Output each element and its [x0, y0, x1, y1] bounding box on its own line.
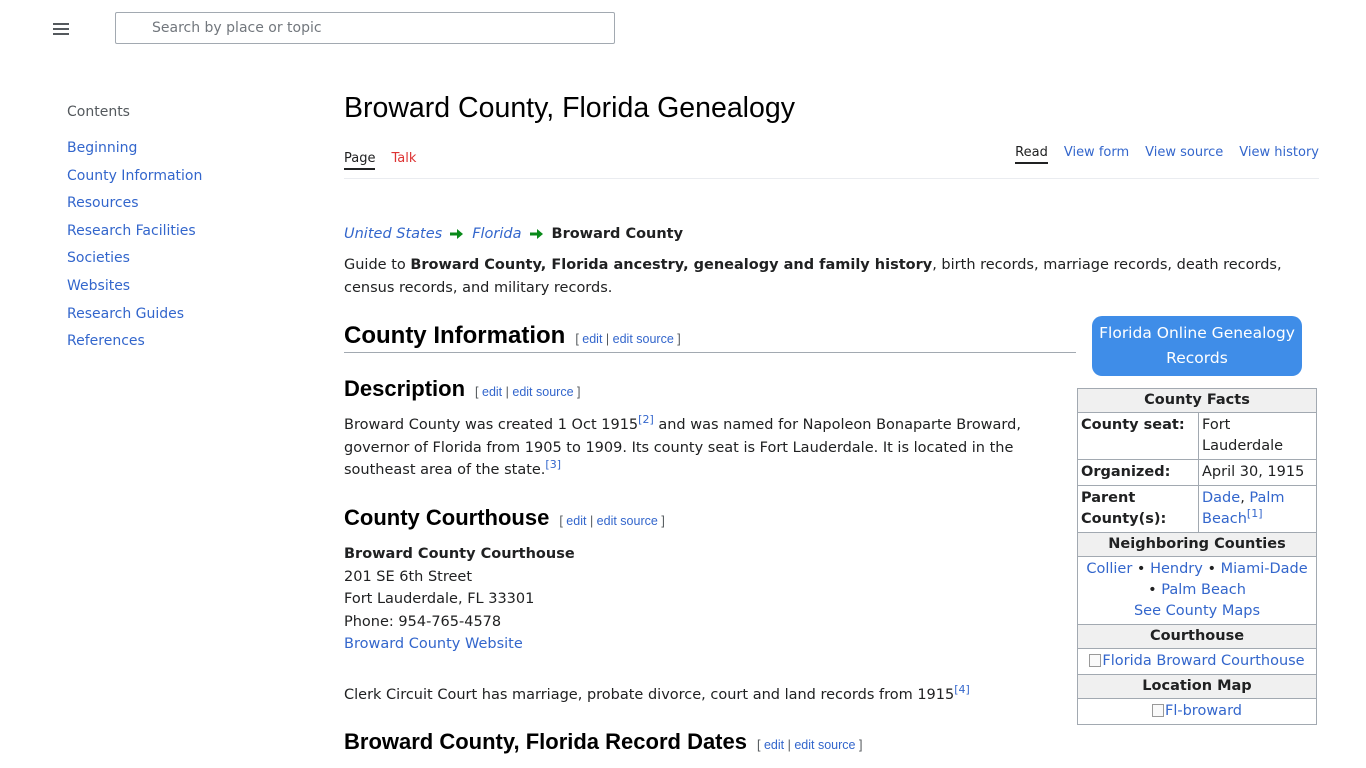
tab-view-source[interactable]: View source	[1145, 145, 1223, 164]
toc-item-county-information[interactable]: County Information	[67, 168, 202, 184]
parent-county-link-dade[interactable]: Dade	[1202, 490, 1240, 506]
toc-item-resources[interactable]: Resources	[67, 195, 139, 211]
bullet-separator: •	[1207, 561, 1217, 577]
courthouse-image-alt: Florida Broward Courthouse	[1102, 653, 1305, 669]
search-input[interactable]	[116, 13, 614, 43]
see-county-maps-link[interactable]: See County Maps	[1134, 603, 1260, 619]
organized-label: Organized:	[1077, 459, 1199, 486]
arrow-right-icon	[450, 229, 464, 239]
clerk-paragraph: Clerk Circuit Court has marriage, probat…	[344, 684, 1072, 707]
toc-item-research-facilities[interactable]: Research Facilities	[67, 223, 196, 239]
hamburger-menu-icon[interactable]	[50, 18, 72, 40]
location-map-alt: Fl-broward	[1165, 703, 1242, 719]
edit-source-link[interactable]: edit source	[613, 332, 674, 346]
county-website-link[interactable]: Broward County Website	[344, 636, 523, 652]
heading-text: County Information	[344, 322, 566, 349]
toc-list: Beginning County Information Resources R…	[67, 138, 297, 359]
tab-talk[interactable]: Talk	[391, 151, 416, 170]
toc-item-research-guides[interactable]: Research Guides	[67, 306, 184, 322]
section-heading-record-dates: Broward County, Florida Record Dates [ ed…	[344, 729, 862, 755]
table-of-contents: Contents Beginning County Information Re…	[67, 104, 297, 359]
breadcrumb-florida[interactable]: Florida	[472, 226, 521, 242]
section-heading-county-information: County Information [ edit | edit source ]	[344, 322, 681, 350]
edit-section-links: [ edit | edit source ]	[475, 385, 581, 399]
county-seat-value: Fort Lauderdale	[1198, 412, 1317, 460]
broken-image-icon	[1152, 704, 1164, 717]
toc-item-beginning[interactable]: Beginning	[67, 140, 137, 156]
neighbor-link-hendry[interactable]: Hendry	[1150, 561, 1203, 577]
heading-divider	[344, 352, 1076, 353]
county-seat-label: County seat:	[1077, 412, 1199, 460]
section-heading-description: Description [ edit | edit source ]	[344, 376, 581, 402]
tab-view-history[interactable]: View history	[1239, 145, 1319, 164]
toc-title: Contents	[67, 104, 130, 120]
tab-read[interactable]: Read	[1015, 145, 1048, 164]
bullet-separator: •	[1148, 582, 1157, 598]
breadcrumb-current: Broward County	[551, 226, 684, 242]
toc-item-references[interactable]: References	[67, 333, 145, 349]
edit-section-links: [ edit | edit source ]	[575, 332, 681, 346]
neighbor-link-palm-beach[interactable]: Palm Beach	[1161, 582, 1246, 598]
breadcrumb-united-states[interactable]: United States	[344, 226, 442, 242]
courthouse-image[interactable]: Florida Broward Courthouse	[1077, 648, 1317, 675]
edit-link[interactable]: edit	[482, 385, 502, 399]
broken-image-icon	[1089, 654, 1102, 667]
heading-text: County Courthouse	[344, 505, 550, 530]
edit-section-links: [ edit | edit source ]	[559, 514, 665, 528]
intro-bold: Broward County, Florida ancestry, geneal…	[410, 257, 933, 273]
reference-link[interactable]: [3]	[545, 458, 561, 471]
heading-text: Description	[344, 376, 466, 401]
clerk-text: Clerk Circuit Court has marriage, probat…	[344, 687, 955, 703]
courthouse-street: 201 SE 6th Street	[344, 568, 473, 585]
neighbor-link-collier[interactable]: Collier	[1086, 561, 1132, 577]
parent-county-label: Parent County(s):	[1077, 485, 1199, 533]
edit-link[interactable]: edit	[764, 738, 784, 752]
intro-paragraph: Guide to Broward County, Florida ancestr…	[344, 254, 1319, 299]
intro-prefix: Guide to	[344, 257, 411, 273]
section-heading-county-courthouse: County Courthouse [ edit | edit source ]	[344, 505, 665, 531]
organized-value: April 30, 1915	[1198, 459, 1317, 486]
search-box	[115, 12, 615, 44]
description-text: Broward County was created 1 Oct 1915	[344, 417, 639, 433]
florida-online-records-button[interactable]: Florida Online Genealogy Records	[1092, 316, 1302, 376]
breadcrumb: United States Florida Broward County	[344, 226, 683, 242]
heading-text: Broward County, Florida Record Dates	[344, 729, 747, 754]
courthouse-phone: Phone: 954-765-4578	[344, 613, 502, 630]
page-title: Broward County, Florida Genealogy	[344, 92, 795, 124]
reference-link[interactable]: [4]	[954, 683, 970, 696]
edit-source-link[interactable]: edit source	[597, 514, 658, 528]
tab-view-form[interactable]: View form	[1064, 145, 1129, 164]
location-map-image[interactable]: Fl-broward	[1077, 698, 1317, 725]
edit-source-link[interactable]: edit source	[794, 738, 855, 752]
bullet-separator: •	[1136, 561, 1146, 577]
neighboring-counties-list: Collier • Hendry • Miami-Dade • Palm Bea…	[1077, 556, 1317, 625]
arrow-right-icon	[529, 229, 543, 239]
edit-section-links: [ edit | edit source ]	[756, 738, 863, 752]
neighbor-link-miami-dade[interactable]: Miami-Dade	[1221, 561, 1308, 577]
courthouse-title: Courthouse	[1077, 624, 1317, 649]
county-facts-table: County Facts County seat: Fort Lauderdal…	[1077, 388, 1317, 725]
facts-title: County Facts	[1077, 388, 1317, 413]
toc-item-societies[interactable]: Societies	[67, 250, 130, 266]
courthouse-city: Fort Lauderdale, FL 33301	[344, 591, 535, 607]
description-paragraph: Broward County was created 1 Oct 1915[2]…	[344, 414, 1072, 482]
courthouse-address: Broward County Courthouse 201 SE 6th Str…	[344, 543, 575, 656]
courthouse-name: Broward County Courthouse	[344, 546, 575, 562]
edit-link[interactable]: edit	[582, 332, 602, 346]
tab-page[interactable]: Page	[344, 151, 376, 170]
page-tabs: Page Talk Read View form View source Vie…	[344, 144, 1319, 179]
neighboring-counties-title: Neighboring Counties	[1077, 532, 1317, 557]
toc-item-websites[interactable]: Websites	[67, 278, 130, 294]
edit-source-link[interactable]: edit source	[512, 385, 573, 399]
reference-link[interactable]: [1]	[1247, 507, 1263, 520]
parent-county-value: Dade, Palm Beach[1]	[1198, 485, 1317, 533]
reference-link[interactable]: [2]	[638, 413, 654, 426]
location-map-title: Location Map	[1077, 674, 1317, 699]
edit-link[interactable]: edit	[566, 514, 586, 528]
